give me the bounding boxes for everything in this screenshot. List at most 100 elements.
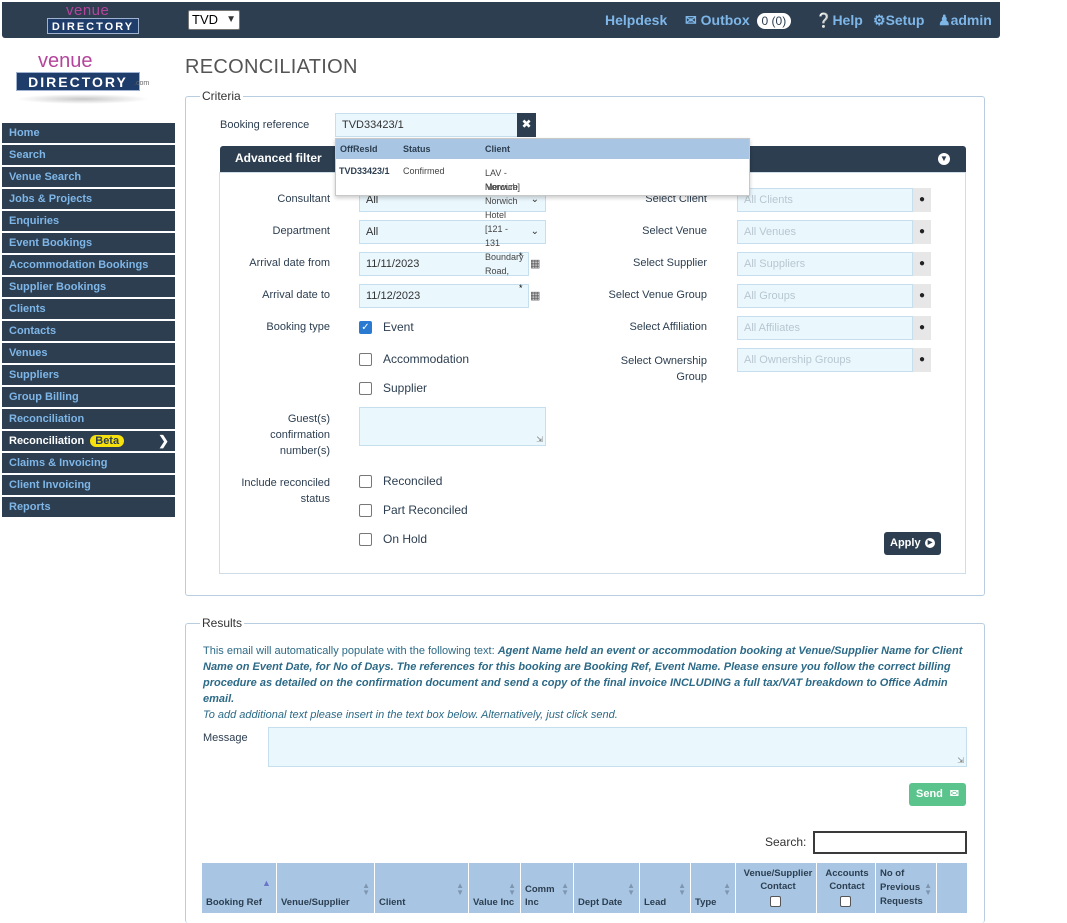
envelope-icon: ✉ [949, 788, 959, 800]
col-comm-inc[interactable]: Comm Inc ▲ ▼ [521, 863, 574, 913]
sidebar-item-search[interactable]: Search [2, 145, 175, 165]
globe-icon[interactable]: ● [913, 220, 931, 244]
brand-logo[interactable]: venue DIRECTORY [42, 2, 142, 38]
col-client-label: Client [379, 897, 406, 908]
col-booking-ref[interactable]: ▲ Booking Ref [202, 863, 277, 913]
booking-ref-label: Booking reference [220, 119, 310, 131]
col-venue-supplier-contact[interactable]: Venue/Supplier Contact [736, 863, 817, 913]
select-venue-group-label: Select Venue Group [608, 289, 707, 301]
event-checkbox[interactable]: ✓ [359, 321, 372, 334]
guest-confirmation-textarea[interactable]: ⇲ [359, 407, 546, 446]
sidebar-item-clients[interactable]: Clients [2, 299, 175, 319]
col-accounts-contact[interactable]: Accounts Contact [817, 863, 876, 913]
apply-button[interactable]: Apply ▶ [884, 532, 941, 555]
select-affiliation-input[interactable]: All Affiliates [737, 316, 913, 340]
calendar-icon[interactable]: ▦ [530, 257, 540, 270]
help-link[interactable]: ❔Help [815, 12, 863, 29]
col-value-inc[interactable]: Value Inc ▲ ▼ [469, 863, 521, 913]
globe-icon[interactable]: ● [913, 348, 931, 372]
setup-label: Setup [885, 12, 925, 28]
sidebar-nav: Home Search Venue Search Jobs & Projects… [2, 123, 175, 519]
chevron-down-circle-icon[interactable]: ▼ [938, 153, 950, 165]
sidebar-item-accommodation-bookings[interactable]: Accommodation Bookings [2, 255, 175, 275]
autocomplete-option[interactable]: TVD33423/1 Confirmed LAV - Mercure Norwi… [336, 159, 749, 276]
apply-label: Apply [890, 537, 921, 549]
sidebar-item-event-bookings[interactable]: Event Bookings [2, 233, 175, 253]
table-search-label: Search: [765, 835, 807, 849]
sidebar-item-reconciliation-beta[interactable]: Reconciliation Beta ❯ [2, 431, 175, 451]
select-client-input[interactable]: All Clients [737, 188, 913, 212]
logo-text-venue: venue [38, 50, 93, 72]
sidebar-item-group-billing[interactable]: Group Billing [2, 387, 175, 407]
department-value: All [366, 226, 379, 238]
site-select[interactable]: TVD ▼ [188, 10, 240, 30]
sidebar-item-supplier-bookings[interactable]: Supplier Bookings [2, 277, 175, 297]
outbox-link[interactable]: ✉ Outbox 0 (0) [685, 12, 792, 29]
sort-icon: ▲ ▼ [627, 881, 635, 897]
message-label: Message [203, 732, 248, 744]
sidebar-item-reconciliation[interactable]: Reconciliation [2, 409, 175, 429]
sidebar-logo[interactable]: venue DIRECTORY .com [8, 48, 153, 108]
col-lead[interactable]: Lead ▲ ▼ [640, 863, 691, 913]
question-circle-icon: ❔ [815, 12, 833, 28]
col-dept-date[interactable]: Dept Date ▲ ▼ [574, 863, 640, 913]
calendar-icon[interactable]: ▦ [530, 289, 540, 302]
send-button[interactable]: Send ✉ [909, 783, 966, 806]
col-venue-supplier[interactable]: Venue/Supplier ▲ ▼ [277, 863, 375, 913]
sidebar-item-enquiries[interactable]: Enquiries [2, 211, 175, 231]
col-client[interactable]: Client ▲ ▼ [375, 863, 469, 913]
sort-icon: ▲ ▼ [508, 881, 516, 897]
select-supplier-input[interactable]: All Suppliers [737, 252, 913, 276]
help-label: Help [832, 12, 863, 28]
sidebar-item-claims-invoicing[interactable]: Claims & Invoicing [2, 453, 175, 473]
part-reconciled-checkbox-label: Part Reconciled [383, 503, 468, 517]
page-title: RECONCILIATION [185, 56, 358, 78]
sort-asc-icon: ▲ [262, 878, 271, 888]
globe-icon[interactable]: ● [913, 188, 931, 212]
select-venue-group-input[interactable]: All Groups [737, 284, 913, 308]
reconciled-checkbox[interactable] [359, 475, 372, 488]
arrival-to-input[interactable]: 11/12/2023 [359, 284, 529, 308]
sidebar-item-venues[interactable]: Venues [2, 343, 175, 363]
col-venue-supplier-contact-label: Venue/Supplier Contact [743, 868, 813, 892]
globe-icon[interactable]: ● [913, 252, 931, 276]
option-status: Confirmed [403, 166, 445, 176]
accommodation-checkbox-label: Accommodation [383, 352, 470, 366]
col-venue-supplier-label: Venue/Supplier [281, 897, 350, 908]
chevron-down-icon: ⌄ [530, 226, 539, 237]
col-previous-requests[interactable]: No of Previous Requests ▲ ▼ [876, 863, 937, 913]
guest-label-line1: Guest(s) [287, 413, 330, 425]
clear-booking-ref-button[interactable]: ✖ [517, 113, 536, 137]
resize-grip-icon: ⇲ [957, 756, 964, 765]
helpdesk-link[interactable]: Helpdesk [605, 12, 667, 28]
logo-text-directory: DIRECTORY [47, 18, 139, 34]
venue-contact-select-all-checkbox[interactable] [770, 896, 781, 907]
close-icon: ✖ [521, 117, 532, 131]
gear-icon: ⚙ [873, 12, 886, 28]
sidebar-item-venue-search[interactable]: Venue Search [2, 167, 175, 187]
message-textarea[interactable]: ⇲ [268, 727, 967, 767]
globe-icon[interactable]: ● [913, 316, 931, 340]
part-reconciled-checkbox[interactable] [359, 504, 372, 517]
on-hold-checkbox[interactable] [359, 533, 372, 546]
sidebar-item-reports[interactable]: Reports [2, 497, 175, 517]
sidebar-item-home[interactable]: Home [2, 123, 175, 143]
table-search-input[interactable] [813, 831, 967, 854]
globe-icon[interactable]: ● [913, 284, 931, 308]
col-type[interactable]: Type ▲ ▼ [691, 863, 736, 913]
supplier-checkbox[interactable] [359, 382, 372, 395]
select-venue-input[interactable]: All Venues [737, 220, 913, 244]
resize-grip-icon: ⇲ [536, 435, 543, 444]
select-affiliation-label: Select Affiliation [629, 321, 707, 333]
accommodation-checkbox[interactable] [359, 353, 372, 366]
sidebar-item-client-invoicing[interactable]: Client Invoicing [2, 475, 175, 495]
sidebar-item-contacts[interactable]: Contacts [2, 321, 175, 341]
email-intro: This email will automatically populate w… [203, 645, 495, 657]
sidebar-item-jobs-projects[interactable]: Jobs & Projects [2, 189, 175, 209]
user-menu[interactable]: ♟admin [938, 12, 992, 29]
booking-ref-input[interactable]: TVD33423/1 [335, 113, 518, 137]
accounts-contact-select-all-checkbox[interactable] [840, 896, 851, 907]
sidebar-item-suppliers[interactable]: Suppliers [2, 365, 175, 385]
select-ownership-input[interactable]: All Ownership Groups [737, 348, 913, 372]
setup-link[interactable]: ⚙Setup [873, 12, 924, 29]
